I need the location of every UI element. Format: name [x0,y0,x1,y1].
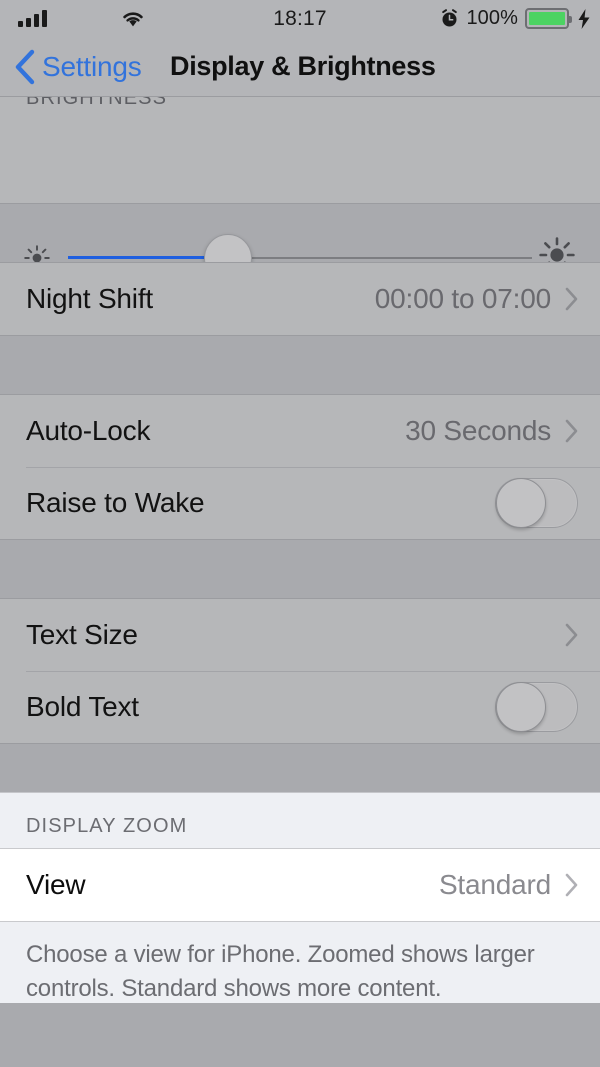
chevron-right-icon [565,873,578,897]
raise-to-wake-toggle[interactable] [495,478,578,528]
bold-text-toggle[interactable] [495,682,578,732]
display-zoom-footer-text: Choose a view for iPhone. Zoomed shows l… [26,941,535,1002]
navigation-bar: Settings Display & Brightness [0,38,600,96]
page-title: Display & Brightness [170,51,436,81]
status-bar: 18:17 100% [0,0,600,38]
text-size-label: Text Size [26,619,138,650]
chevron-left-icon [15,49,35,85]
auto-lock-label: Auto-Lock [26,415,151,446]
brightness-slider-row[interactable] [0,97,600,197]
iphone-settings-screen: 18:17 100% Settings Display & Brightness [0,0,600,1067]
row-view[interactable]: View Standard [0,849,600,921]
text-group: Text Size Bold Text [0,598,600,744]
settings-scroll-view[interactable]: BRIGHTNESS Night Shift 00:00 to 07:00 Au… [0,96,600,1067]
bottom-safe-area [0,1003,600,1037]
back-button-label: Settings [42,51,142,82]
bold-text-label: Bold Text [26,691,139,722]
section-gap [0,540,600,598]
brightness-group: BRIGHTNESS [0,96,600,204]
section-gap [0,744,600,792]
display-zoom-footer: Choose a view for iPhone. Zoomed shows l… [0,922,600,1003]
autolock-group: Auto-Lock 30 Seconds Raise to Wake [0,394,600,540]
section-gap [0,204,600,262]
row-auto-lock[interactable]: Auto-Lock 30 Seconds [0,395,600,467]
view-value: Standard [438,869,551,900]
row-text-size[interactable]: Text Size [0,599,600,671]
display-zoom-section-header: DISPLAY ZOOM [0,792,600,848]
battery-percent-label: 100% [466,7,518,29]
section-gap [0,336,600,394]
auto-lock-value: 30 Seconds [405,415,551,446]
night-shift-group: Night Shift 00:00 to 07:00 [0,262,600,336]
alarm-clock-icon [442,9,458,27]
view-label: View [26,869,86,900]
chevron-right-icon [565,623,578,647]
back-button-settings[interactable]: Settings [14,49,142,85]
row-night-shift[interactable]: Night Shift 00:00 to 07:00 [0,263,600,335]
night-shift-value: 00:00 to 07:00 [374,283,551,314]
lightning-bolt-icon [578,8,590,29]
display-zoom-section-label: DISPLAY ZOOM [26,815,188,837]
chevron-right-icon [565,287,578,311]
night-shift-label: Night Shift [26,283,153,314]
raise-to-wake-label: Raise to Wake [26,487,205,518]
row-bold-text[interactable]: Bold Text [0,671,600,743]
status-bar-right-cluster: 100% [440,7,590,30]
chevron-right-icon [565,419,578,443]
brightness-track-fill [68,256,210,259]
display-zoom-group: View Standard [0,848,600,922]
battery-full-icon [525,8,572,29]
row-raise-to-wake[interactable]: Raise to Wake [0,467,600,539]
